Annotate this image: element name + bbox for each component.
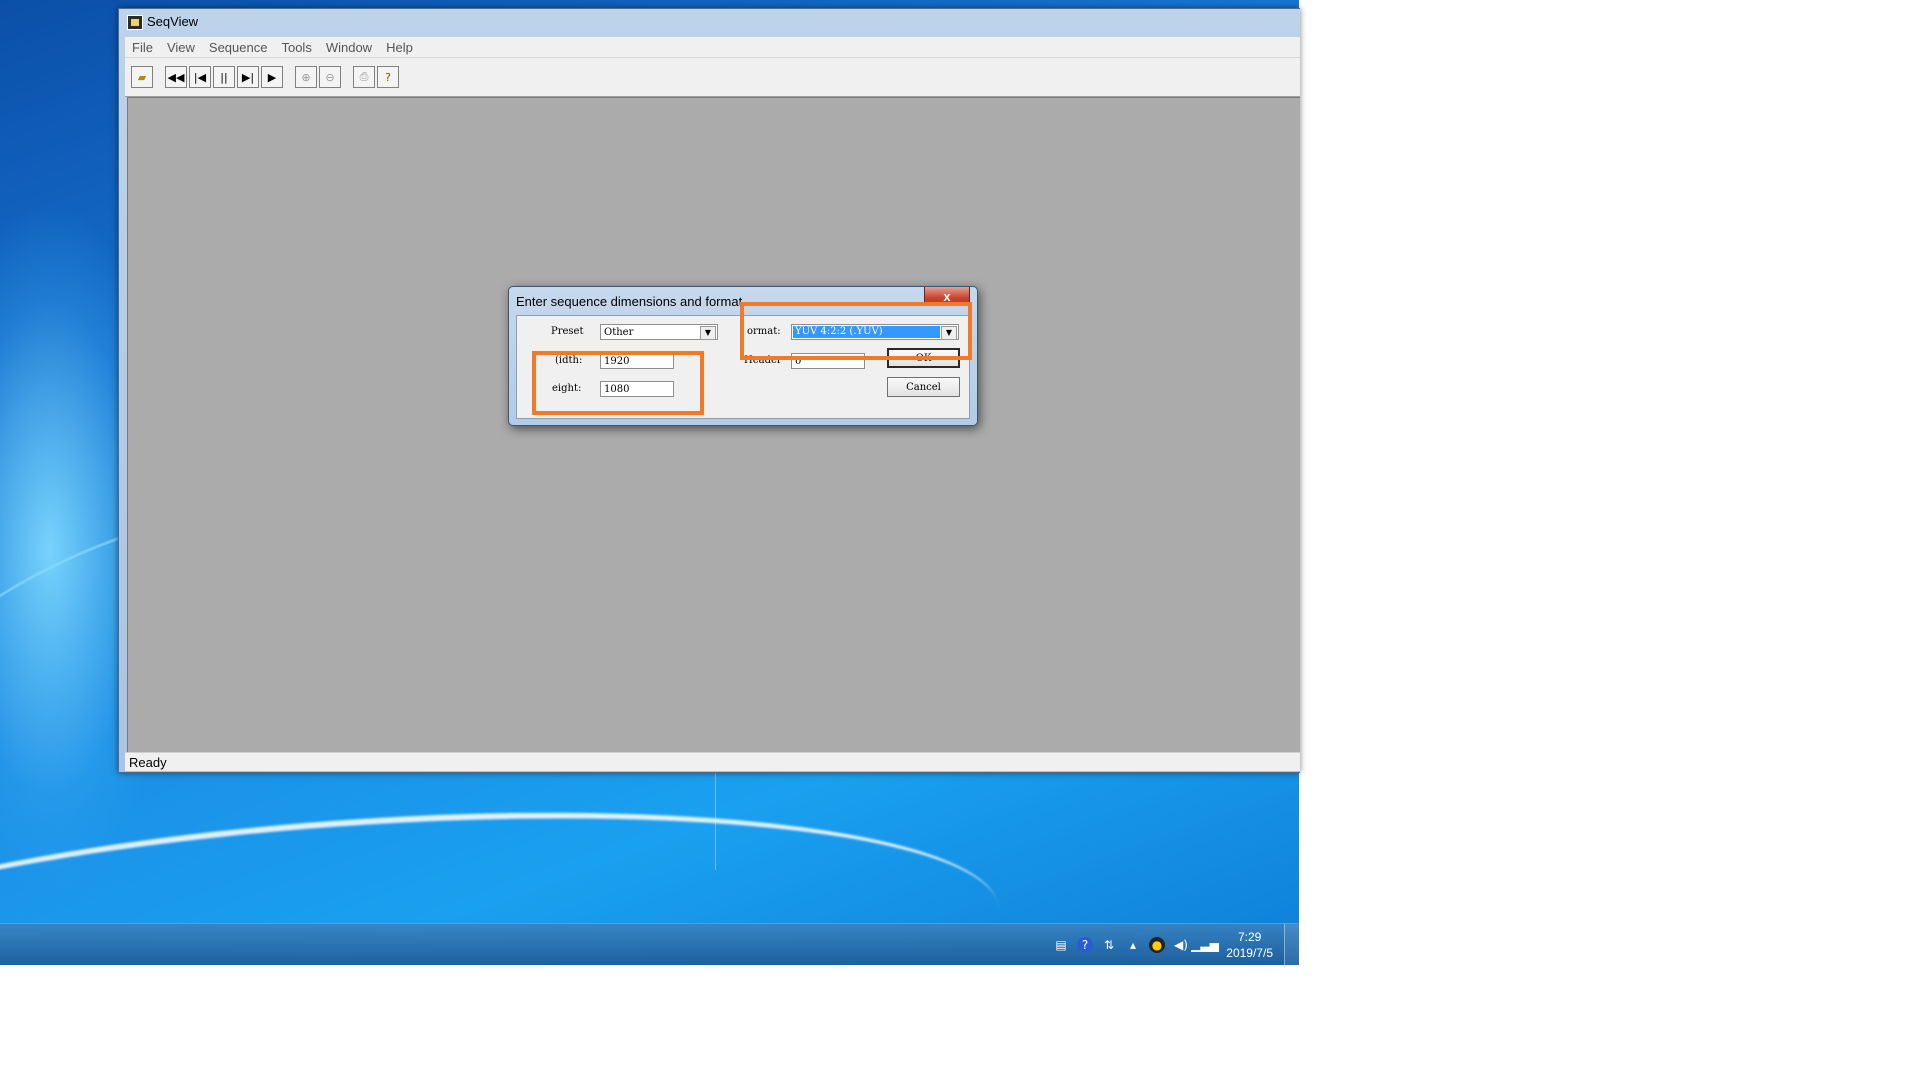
step-back-icon[interactable]: |◀ bbox=[189, 66, 211, 88]
system-tray: ▤ ? ⇅ ▴ ● ◀) ▁▃▅ bbox=[1053, 934, 1219, 956]
usb-icon[interactable]: ⇅ bbox=[1101, 937, 1117, 953]
close-button[interactable]: x bbox=[924, 287, 970, 306]
close-icon: x bbox=[943, 288, 951, 304]
open-icon[interactable]: ▰ bbox=[131, 66, 153, 88]
preset-select[interactable]: Other ▼ bbox=[600, 324, 718, 340]
show-desktop-button[interactable] bbox=[1284, 924, 1299, 965]
wallpaper-line bbox=[715, 770, 716, 870]
taskbar: ▤ ? ⇅ ▴ ● ◀) ▁▃▅ 7:29 2019/7/5 bbox=[0, 923, 1299, 965]
format-value: YUV 4:2:2 (.YUV) bbox=[793, 326, 940, 338]
format-label: ormat: bbox=[747, 326, 781, 337]
title-bar[interactable]: SeqView bbox=[119, 9, 1300, 37]
menu-bar: File View Sequence Tools Window Help bbox=[125, 37, 1300, 58]
format-select[interactable]: YUV 4:2:2 (.YUV) ▼ bbox=[791, 324, 959, 340]
arrow-up-icon[interactable]: ▴ bbox=[1125, 937, 1141, 953]
zoom-in-icon[interactable]: ⊕ bbox=[295, 66, 317, 88]
header-input[interactable]: 0 bbox=[791, 353, 865, 369]
dialog-body: Preset Other ▼ (idth: 1920 eight: 1080 o… bbox=[516, 315, 970, 419]
preset-label: Preset bbox=[551, 326, 584, 337]
height-label: eight: bbox=[552, 383, 582, 394]
play-icon[interactable]: ▶ bbox=[261, 66, 283, 88]
width-input[interactable]: 1920 bbox=[600, 353, 674, 369]
preset-value: Other bbox=[604, 327, 634, 338]
print-icon[interactable]: ⎙ bbox=[353, 66, 375, 88]
clock[interactable]: 7:29 2019/7/5 bbox=[1226, 929, 1273, 961]
volume-icon[interactable]: ◀) bbox=[1173, 937, 1189, 953]
network-folder-icon[interactable]: ▤ bbox=[1053, 937, 1069, 953]
menu-window[interactable]: Window bbox=[319, 40, 379, 55]
menu-help[interactable]: Help bbox=[379, 40, 420, 55]
step-forward-icon[interactable]: ▶| bbox=[237, 66, 259, 88]
width-label: (idth: bbox=[555, 355, 583, 366]
header-label: Header bbox=[744, 355, 782, 366]
clock-date: 2019/7/5 bbox=[1226, 946, 1273, 960]
ok-button[interactable]: OK bbox=[887, 348, 960, 368]
toolbar: ▰ ◀◀ |◀ || ▶| ▶ ⊕ ⊖ ⎙ ? bbox=[125, 58, 1300, 97]
window-title: SeqView bbox=[147, 14, 199, 29]
dialog-title: Enter sequence dimensions and format bbox=[516, 294, 743, 309]
menu-sequence[interactable]: Sequence bbox=[202, 40, 275, 55]
height-input[interactable]: 1080 bbox=[600, 381, 674, 397]
cancel-button[interactable]: Cancel bbox=[887, 377, 960, 397]
menu-view[interactable]: View bbox=[160, 40, 202, 55]
rewind-icon[interactable]: ◀◀ bbox=[165, 66, 187, 88]
help-icon[interactable]: ? bbox=[377, 66, 399, 88]
qq-penguin-icon[interactable]: ● bbox=[1149, 937, 1165, 953]
dimensions-dialog: Enter sequence dimensions and format x P… bbox=[508, 286, 978, 426]
pause-icon[interactable]: || bbox=[213, 66, 235, 88]
clock-time: 7:29 bbox=[1237, 930, 1262, 944]
app-icon bbox=[127, 15, 143, 30]
menu-tools[interactable]: Tools bbox=[274, 40, 318, 55]
zoom-out-icon[interactable]: ⊖ bbox=[319, 66, 341, 88]
chevron-down-icon[interactable]: ▼ bbox=[941, 326, 957, 340]
help-circle-icon[interactable]: ? bbox=[1077, 937, 1093, 953]
status-bar: Ready bbox=[125, 752, 1300, 771]
status-text: Ready bbox=[129, 755, 167, 770]
signal-icon[interactable]: ▁▃▅ bbox=[1191, 937, 1219, 953]
menu-file[interactable]: File bbox=[125, 40, 160, 55]
chevron-down-icon[interactable]: ▼ bbox=[700, 326, 716, 340]
